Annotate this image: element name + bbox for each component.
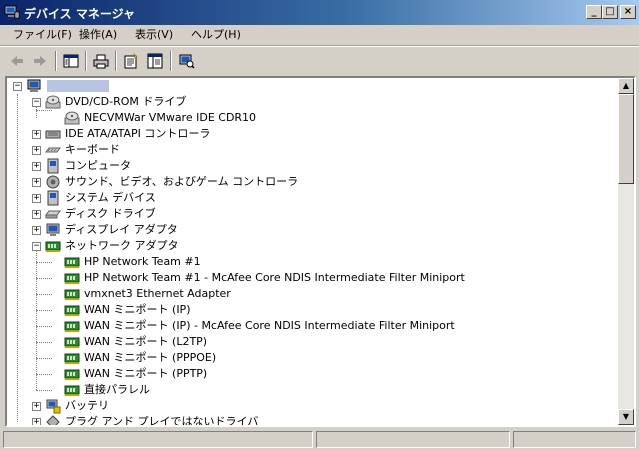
toolbar-separator xyxy=(170,51,172,71)
tree-connector xyxy=(36,358,52,359)
properties-icon[interactable] xyxy=(122,52,140,70)
network-adapter-icon xyxy=(64,369,80,380)
close-button[interactable]: × xyxy=(620,5,636,19)
show-hide-console-tree-icon[interactable] xyxy=(62,52,80,70)
back-arrow-icon[interactable] xyxy=(8,52,26,70)
tree-connector xyxy=(36,278,52,279)
toolbar-separator xyxy=(115,51,117,71)
computer-icon xyxy=(47,158,59,174)
expand-nonpnp-toggle[interactable]: + xyxy=(32,418,41,425)
expand-system-toggle[interactable]: + xyxy=(32,194,41,203)
battery-icon xyxy=(46,399,61,414)
network-adapter-icon xyxy=(64,305,80,316)
expand-computer-toggle[interactable]: + xyxy=(32,162,41,171)
device-manager-window: デバイス マネージャ _ □ × ファイル(F) 操作(A) 表示(V) ヘルプ… xyxy=(0,0,639,450)
device-manager-app-icon xyxy=(4,5,20,19)
status-panel xyxy=(3,431,313,448)
cdrom-icon xyxy=(45,95,61,109)
network-adapter-icon xyxy=(64,273,80,284)
status-panel xyxy=(316,431,510,448)
non-pnp-driver-icon xyxy=(46,415,60,425)
cdrom-icon xyxy=(64,111,80,125)
tree-connector xyxy=(17,94,18,422)
device-tree[interactable]: − − DVD/CD-ROM ドライブ NECVMWar VMware IDE … xyxy=(5,76,636,427)
expand-keyboard-toggle[interactable]: + xyxy=(32,146,41,155)
vertical-scrollbar[interactable]: ▲ ▼ xyxy=(618,78,634,425)
forward-arrow-icon[interactable] xyxy=(31,52,49,70)
tree-connector xyxy=(36,390,52,391)
scan-hardware-icon[interactable] xyxy=(178,52,196,70)
collapse-network-toggle[interactable]: − xyxy=(32,242,41,251)
menu-help[interactable]: ヘルプ(H) xyxy=(188,27,244,43)
network-adapter-icon xyxy=(64,337,80,348)
tree-connector xyxy=(36,262,52,263)
menu-file[interactable]: ファイル(F) xyxy=(10,27,75,43)
help-icon[interactable] xyxy=(146,52,164,70)
collapse-dvd-toggle[interactable]: − xyxy=(32,98,41,107)
menu-bar: ファイル(F) 操作(A) 表示(V) ヘルプ(H) xyxy=(0,25,639,46)
menu-view[interactable]: 表示(V) xyxy=(132,27,176,43)
expand-display-toggle[interactable]: + xyxy=(32,226,41,235)
print-icon[interactable] xyxy=(92,52,110,70)
tree-connector xyxy=(36,310,52,311)
status-panel xyxy=(513,431,636,448)
network-adapter-icon xyxy=(45,241,61,252)
ide-controller-icon xyxy=(45,130,61,139)
scrollbar-thumb[interactable] xyxy=(618,94,634,184)
expand-sound-toggle[interactable]: + xyxy=(32,178,41,187)
maximize-button[interactable]: □ xyxy=(602,5,618,19)
collapse-root-toggle[interactable]: − xyxy=(13,82,22,91)
network-adapter-icon xyxy=(64,353,80,364)
network-adapter-icon xyxy=(64,385,80,396)
computer-name-redacted xyxy=(47,80,109,92)
system-device-icon xyxy=(47,190,59,206)
scroll-up-icon[interactable]: ▲ xyxy=(618,78,634,94)
tree-connector xyxy=(36,326,52,327)
disk-drive-icon xyxy=(45,210,61,219)
sound-icon xyxy=(46,175,60,189)
tree-connector xyxy=(36,374,52,375)
scroll-down-icon[interactable]: ▼ xyxy=(618,409,634,425)
tree-connector xyxy=(36,246,37,390)
minimize-button[interactable]: _ xyxy=(586,5,602,19)
expand-battery-toggle[interactable]: + xyxy=(32,402,41,411)
network-adapter-icon xyxy=(64,321,80,332)
menu-action[interactable]: 操作(A) xyxy=(76,27,120,43)
tree-connector xyxy=(36,342,52,343)
toolbar-separator xyxy=(55,51,57,71)
status-bar xyxy=(0,429,639,450)
expand-disk-toggle[interactable]: + xyxy=(32,210,41,219)
network-adapter-icon xyxy=(64,257,80,268)
title-bar[interactable]: デバイス マネージャ _ □ × xyxy=(0,0,639,25)
toolbar xyxy=(0,46,639,75)
window-title: デバイス マネージャ xyxy=(24,7,135,21)
expand-ide-toggle[interactable]: + xyxy=(32,130,41,139)
display-adapter-icon xyxy=(46,223,60,236)
computer-icon xyxy=(27,79,41,92)
tree-connector xyxy=(36,110,52,111)
toolbar-separator xyxy=(85,51,87,71)
tree-connector xyxy=(36,294,52,295)
network-adapter-icon xyxy=(64,289,80,300)
keyboard-icon xyxy=(45,147,61,153)
